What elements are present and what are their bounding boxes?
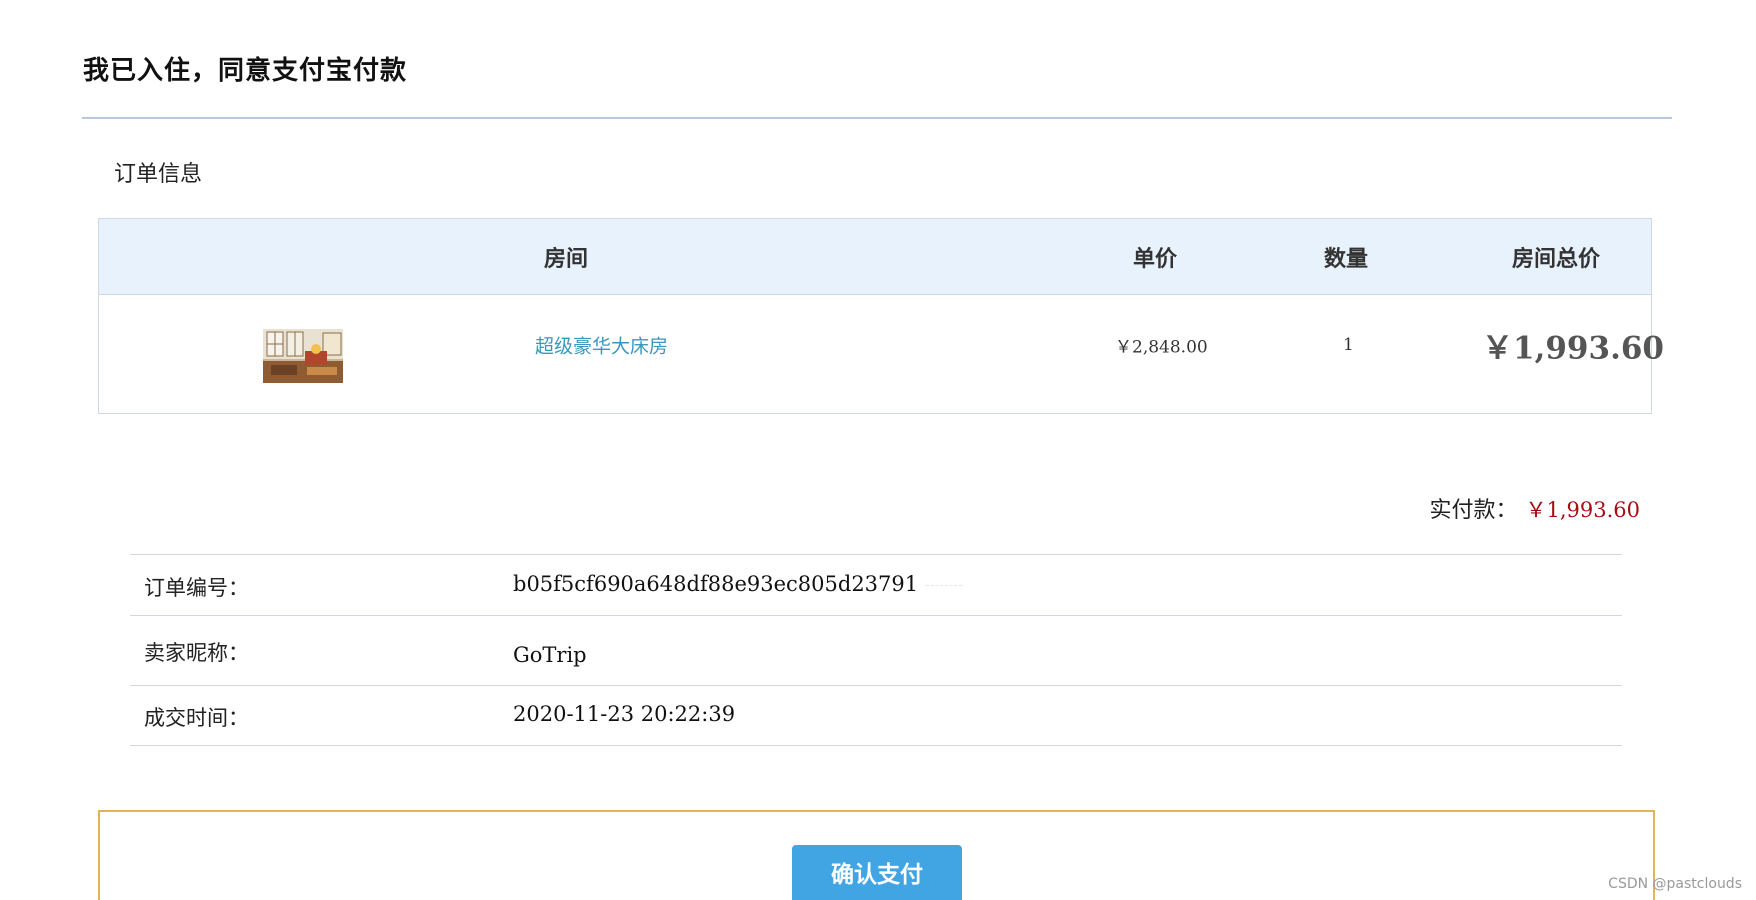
- payment-page: 我已入住，同意支付宝付款 订单信息 房间 单价 数量 房间总价 超级豪华大床房 …: [0, 0, 1756, 900]
- order-table-header: 房间 单价 数量 房间总价: [99, 219, 1651, 295]
- seller-label: 卖家昵称：: [144, 641, 249, 665]
- unit-price: ￥2,848.00: [1115, 337, 1208, 358]
- order-table: 房间 单价 数量 房间总价 超级豪华大床房 ￥2,848.00 1 ￥1,993…: [98, 218, 1664, 414]
- room-total-price: ￥1,993.60: [1482, 330, 1665, 367]
- room-name-link[interactable]: 超级豪华大床房: [535, 332, 668, 359]
- divider: [926, 585, 963, 586]
- order-number-value-wrap: b05f5cf690a648df88e93ec805d23791: [513, 572, 963, 596]
- paid-amount-label: 实付款：: [1429, 498, 1518, 523]
- transaction-time-row: 成交时间： 2020-11-23 20:22:39: [130, 686, 1622, 746]
- confirm-payment-button[interactable]: 确认支付: [792, 845, 962, 900]
- seller-row: 卖家昵称： GoTrip: [130, 616, 1622, 686]
- transaction-time-label: 成交时间：: [144, 706, 249, 730]
- confirm-payment-panel: 确认支付: [98, 810, 1655, 900]
- title-divider: [82, 117, 1672, 119]
- order-number-row: 订单编号： b05f5cf690a648df88e93ec805d23791: [130, 555, 1622, 616]
- order-details-table: 订单编号： b05f5cf690a648df88e93ec805d23791 卖…: [130, 554, 1622, 746]
- column-header-unit-price: 单价: [1133, 246, 1178, 272]
- column-header-quantity: 数量: [1324, 246, 1369, 272]
- order-number-label: 订单编号：: [144, 576, 249, 600]
- quantity: 1: [1343, 335, 1354, 355]
- watermark: CSDN @pastclouds: [1608, 876, 1742, 892]
- order-info-heading: 订单信息: [114, 162, 203, 187]
- column-header-room: 房间: [544, 246, 589, 272]
- paid-amount-value: ￥1,993.60: [1525, 498, 1640, 522]
- transaction-time-value: 2020-11-23 20:22:39: [513, 702, 736, 726]
- seller-value: GoTrip: [513, 643, 587, 667]
- column-header-room-total: 房间总价: [1512, 246, 1601, 272]
- order-number-value: b05f5cf690a648df88e93ec805d23791: [513, 572, 919, 596]
- paid-amount-line: 实付款： ￥1,993.60: [1429, 492, 1640, 524]
- room-thumbnail[interactable]: [263, 329, 343, 383]
- page-title: 我已入住，同意支付宝付款: [83, 56, 408, 86]
